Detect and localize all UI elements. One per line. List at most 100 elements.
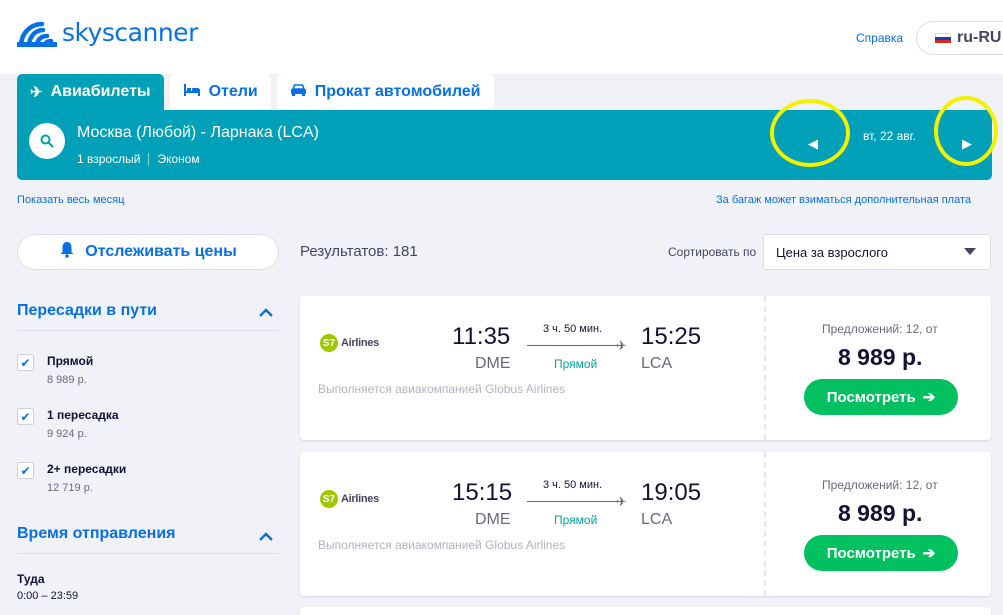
offers-count: Предложений: 12, от (822, 478, 938, 492)
airline-name: Airlines (341, 493, 379, 505)
arrival-time: 19:05 (641, 479, 702, 506)
caret-left-icon: ◀ (808, 136, 818, 151)
flight-result-card[interactable]: S7 Airlines 11:35 DME 3 ч. 50 мин. ✈ Пря… (300, 296, 991, 440)
russia-flag-icon (935, 32, 951, 44)
airline-logo: S7 Airlines (320, 334, 379, 352)
flight-duration: 3 ч. 50 мин. (543, 323, 603, 335)
airline-logo: S7 Airlines (320, 490, 379, 508)
arrow-right-icon: ➔ (922, 389, 936, 406)
stop-option-label: 2+ пересадки (47, 462, 127, 476)
edit-search-button[interactable] (29, 123, 65, 159)
flight-duration: 3 ч. 50 мин. (543, 479, 603, 491)
sort-label: Сортировать по (668, 245, 757, 259)
card-divider (764, 296, 766, 440)
departure-time-range: 0:00 – 23:59 (17, 590, 79, 602)
checkbox-one-stop[interactable]: ✔ (17, 408, 34, 425)
passengers-label: 1 взрослый (77, 152, 141, 166)
price: 8 989 р. (838, 344, 923, 370)
checkbox-direct[interactable]: ✔ (17, 354, 34, 371)
stops-label: Прямой (554, 513, 598, 527)
tab-flights[interactable]: ✈ Авиабилеты (17, 74, 164, 110)
locale-button[interactable]: ru-RU (916, 21, 1003, 55)
price: 8 989 р. (838, 500, 923, 526)
arrow-right-icon: ➔ (922, 545, 936, 562)
tab-flights-label: Авиабилеты (50, 83, 151, 100)
previous-day-button[interactable]: ◀ (790, 121, 836, 167)
airplane-icon: ✈ (616, 338, 627, 353)
chevron-up-icon[interactable] (259, 528, 273, 544)
operated-by: Выполняется авиакомпанией Globus Airline… (318, 538, 566, 552)
arrival-airport: LCA (641, 511, 673, 528)
search-details: 1 взрослый Эконом (77, 152, 200, 166)
logo-text: skyscanner (62, 18, 198, 47)
tab-hotels[interactable]: Отели (169, 74, 271, 110)
chevron-down-icon (964, 248, 976, 255)
product-tabs: ✈ Авиабилеты Отели Прокат автомобилей (17, 74, 500, 110)
sort-selected-value: Цена за взрослого (776, 244, 888, 260)
offers-count: Предложений: 12, от (822, 322, 938, 336)
sort-select[interactable]: Цена за взрослого (763, 234, 991, 270)
departure-airport: DME (475, 511, 511, 528)
operated-by: Выполняется авиакомпанией Globus Airline… (318, 382, 566, 396)
date-label: вт, 22 авг. (863, 129, 916, 143)
filter-divider (17, 330, 279, 331)
stop-option-label: 1 пересадка (47, 408, 119, 422)
stop-option-price: 12 719 р. (47, 482, 93, 494)
stops-option-two-plus[interactable]: ✔ 2+ пересадки 12 719 р. (17, 460, 279, 504)
route-text: Москва (Любой) - Ларнака (LCA) (77, 124, 319, 141)
sunrise-logo-icon (17, 21, 57, 47)
departure-time-filter-title: Время отправления (17, 525, 176, 542)
view-deal-label: Посмотреть (826, 544, 916, 562)
stops-option-one[interactable]: ✔ 1 пересадка 9 924 р. (17, 406, 279, 450)
stop-option-label: Прямой (47, 354, 94, 368)
skyscanner-logo[interactable]: skyscanner (17, 18, 198, 47)
s7-logo-icon: S7 (320, 334, 338, 352)
next-day-button[interactable]: ▶ (944, 121, 990, 167)
results-count: Результатов: 181 (300, 243, 418, 260)
bell-icon (59, 241, 75, 263)
stops-filter-title: Пересадки в пути (17, 302, 158, 319)
details-divider (148, 152, 150, 166)
flight-path-line (527, 501, 621, 502)
departure-time: 11:35 (452, 323, 511, 350)
flight-result-card-partial[interactable] (300, 607, 991, 615)
tab-car-hire-label: Прокат автомобилей (314, 83, 481, 100)
airplane-icon: ✈ (30, 84, 43, 101)
search-icon (40, 134, 54, 148)
departure-time: 15:15 (452, 479, 513, 506)
bed-icon (183, 83, 201, 101)
stop-option-price: 8 989 р. (47, 374, 87, 386)
filter-divider (17, 553, 279, 554)
airline-name: Airlines (341, 337, 379, 349)
cabin-class-label: Эконом (157, 152, 200, 166)
flight-result-card[interactable]: S7 Airlines 15:15 DME 3 ч. 50 мин. ✈ Пря… (300, 452, 991, 596)
view-deal-label: Посмотреть (826, 388, 916, 406)
airplane-icon: ✈ (616, 494, 627, 509)
card-divider (764, 452, 766, 596)
site-header: skyscanner Справка ru-RU (0, 0, 1003, 74)
view-deal-button[interactable]: Посмотреть ➔ (804, 535, 958, 571)
stops-option-direct[interactable]: ✔ Прямой 8 989 р. (17, 352, 279, 396)
track-prices-label: Отслеживать цены (85, 243, 237, 260)
s7-logo-icon: S7 (320, 490, 338, 508)
car-icon (290, 83, 307, 101)
outbound-label: Туда (17, 572, 45, 586)
caret-right-icon: ▶ (962, 136, 972, 151)
track-prices-button[interactable]: Отслеживать цены (17, 234, 279, 270)
checkbox-two-plus-stops[interactable]: ✔ (17, 462, 34, 479)
stops-label: Прямой (554, 357, 598, 371)
show-whole-month-link[interactable]: Показать весь месяц (17, 194, 124, 206)
search-summary-bar: Москва (Любой) - Ларнака (LCA) 1 взрослы… (17, 110, 992, 180)
view-deal-button[interactable]: Посмотреть ➔ (804, 379, 958, 415)
flight-path-line (527, 345, 621, 346)
arrival-airport: LCA (641, 355, 673, 372)
departure-airport: DME (475, 355, 511, 372)
chevron-up-icon[interactable] (259, 304, 273, 320)
tab-hotels-label: Отели (208, 83, 258, 100)
arrival-time: 15:25 (641, 323, 702, 350)
tab-car-hire[interactable]: Прокат автомобилей (276, 74, 494, 110)
baggage-fee-link[interactable]: За багаж может взиматься дополнительная … (716, 194, 971, 206)
stop-option-price: 9 924 р. (47, 428, 87, 440)
help-link[interactable]: Справка (856, 31, 903, 45)
locale-label: ru-RU (957, 29, 1002, 46)
